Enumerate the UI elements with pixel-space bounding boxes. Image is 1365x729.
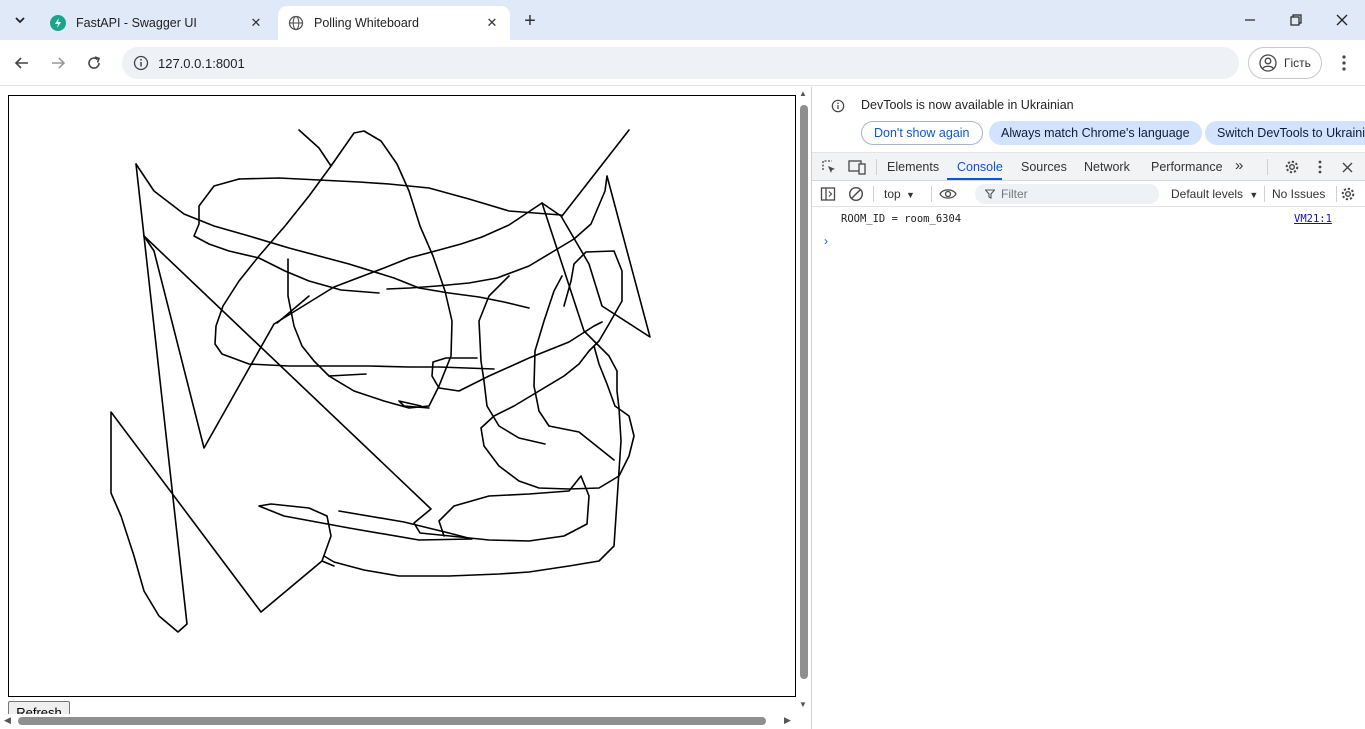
profile-label: Гість: [1284, 56, 1311, 70]
dropdown-arrow-icon: ▼: [1249, 190, 1259, 200]
stroke: [561, 129, 630, 217]
live-expression-eye-icon[interactable]: [939, 185, 957, 203]
info-icon: [831, 99, 845, 113]
console-filter-input[interactable]: Filter: [975, 184, 1159, 204]
devtools-language-infobar: DevTools is now available in Ukrainian D…: [812, 87, 1365, 153]
fastapi-icon: [50, 15, 66, 31]
restore-button[interactable]: [1273, 0, 1319, 40]
context-selector[interactable]: top ▼: [884, 187, 915, 201]
whiteboard-canvas[interactable]: [8, 95, 796, 697]
context-label: top: [884, 187, 901, 201]
address-bar[interactable]: 127.0.0.1:8001: [122, 47, 1239, 79]
stroke: [238, 177, 562, 216]
more-vert-icon: [1342, 55, 1346, 71]
console-message: ROOM_ID = room_6304: [841, 213, 962, 225]
close-window-button[interactable]: [1319, 0, 1365, 40]
reload-button[interactable]: [81, 50, 107, 76]
tab-title: FastAPI - Swagger UI: [76, 16, 197, 30]
tab-search-button[interactable]: [7, 8, 33, 32]
stroke: [143, 235, 590, 542]
devtools-panel: DevTools is now available in Ukrainian D…: [811, 87, 1365, 729]
vertical-scroll-thumb[interactable]: [800, 105, 808, 679]
whiteboard-drawing: [110, 129, 651, 633]
stroke: [193, 178, 380, 294]
stroke: [328, 373, 367, 377]
tab-sources[interactable]: Sources: [1021, 160, 1067, 174]
scroll-left-icon[interactable]: ◀: [4, 715, 11, 726]
close-devtools-icon[interactable]: [1338, 158, 1356, 176]
site-info-icon[interactable]: [133, 55, 149, 71]
forward-button[interactable]: [45, 50, 71, 76]
stroke: [110, 163, 473, 633]
devtools-tabbar: Elements Console Sources Network Perform…: [812, 153, 1365, 181]
back-arrow-icon: [14, 57, 28, 69]
dropdown-arrow-icon: ▼: [906, 190, 915, 200]
filter-funnel-icon: [985, 189, 995, 199]
stroke: [143, 175, 651, 449]
close-tab-icon[interactable]: ✕: [248, 15, 264, 31]
tab-console[interactable]: Console: [957, 160, 1003, 174]
restore-icon: [1290, 14, 1302, 26]
console-settings-gear-icon[interactable]: [1339, 185, 1357, 203]
forward-arrow-icon: [52, 57, 66, 69]
page-viewport: Refresh ▲ ▼ ◀ ▶: [0, 87, 811, 729]
more-tabs-icon[interactable]: »: [1235, 157, 1243, 174]
url-text: 127.0.0.1:8001: [158, 55, 245, 71]
filter-placeholder: Filter: [1001, 187, 1028, 201]
tab-network[interactable]: Network: [1084, 160, 1130, 174]
browser-toolbar: 127.0.0.1:8001 Гість: [0, 40, 1365, 86]
scroll-up-icon[interactable]: ▲: [799, 89, 807, 98]
tab-title: Polling Whiteboard: [314, 16, 419, 30]
tab-whiteboard[interactable]: Polling Whiteboard ✕: [278, 6, 510, 40]
tab-strip: FastAPI - Swagger UI ✕ Polling Whiteboar…: [0, 0, 1365, 40]
close-icon: [1336, 14, 1348, 26]
scroll-right-icon[interactable]: ▶: [784, 715, 791, 726]
tab-swagger[interactable]: FastAPI - Swagger UI ✕: [40, 6, 274, 40]
dont-show-again-button[interactable]: Don't show again: [861, 121, 983, 145]
match-chrome-language-button[interactable]: Always match Chrome's language: [989, 121, 1202, 145]
console-source-link[interactable]: VM21:1: [1294, 213, 1332, 225]
infobar-message: DevTools is now available in Ukrainian: [861, 98, 1074, 112]
stroke: [323, 202, 622, 577]
device-toolbar-icon[interactable]: [848, 158, 866, 176]
inspect-element-icon[interactable]: [820, 158, 838, 176]
chevron-down-icon: [15, 17, 25, 24]
issues-counter[interactable]: No Issues: [1272, 187, 1325, 201]
scroll-down-icon[interactable]: ▼: [799, 700, 807, 709]
sidebar-toggle-icon[interactable]: [819, 185, 837, 203]
horizontal-scrollbar[interactable]: ◀ ▶: [0, 714, 796, 729]
horizontal-scroll-thumb[interactable]: [18, 717, 766, 725]
tab-elements[interactable]: Elements: [887, 160, 939, 174]
new-tab-button[interactable]: +: [518, 9, 542, 33]
switch-devtools-language-button[interactable]: Switch DevTools to Ukrainian: [1205, 121, 1365, 145]
browser-menu-button[interactable]: [1333, 51, 1355, 75]
stroke: [431, 321, 603, 392]
log-levels-label: Default levels: [1171, 187, 1244, 201]
guest-avatar-icon: [1259, 54, 1277, 72]
active-tab-indicator: [947, 178, 1002, 180]
clear-console-icon[interactable]: [847, 185, 865, 203]
reload-icon: [88, 56, 101, 69]
minimize-icon: [1245, 19, 1255, 21]
console-prompt-chevron-icon[interactable]: ›: [824, 234, 828, 248]
vertical-scrollbar[interactable]: ▲ ▼: [796, 87, 811, 714]
globe-icon: [288, 15, 304, 31]
back-button[interactable]: [9, 50, 35, 76]
settings-gear-icon[interactable]: [1283, 158, 1301, 176]
close-tab-icon[interactable]: ✕: [484, 15, 500, 31]
log-levels-dropdown[interactable]: Default levels ▼: [1171, 187, 1258, 201]
devtools-menu-icon[interactable]: [1311, 158, 1329, 176]
profile-button[interactable]: Гість: [1248, 47, 1322, 79]
minimize-button[interactable]: [1227, 0, 1273, 40]
tab-performance[interactable]: Performance: [1151, 160, 1223, 174]
console-toolbar: top ▼ Filter Default levels ▼ No Issues: [812, 181, 1365, 207]
